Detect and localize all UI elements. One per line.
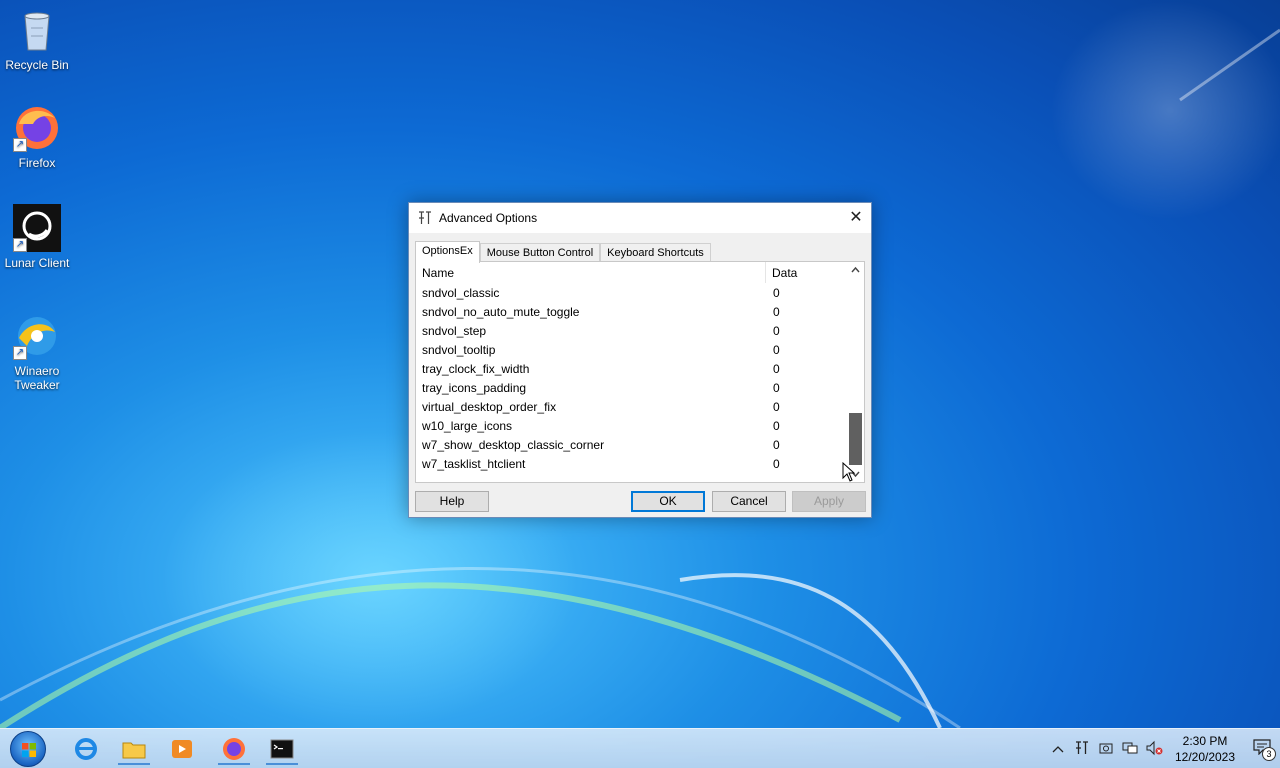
list-item[interactable]: w7_tasklist_htclient 0 — [416, 455, 848, 474]
firefox-icon[interactable] — [218, 733, 250, 765]
list-item[interactable]: sndvol_no_auto_mute_toggle 0 — [416, 303, 848, 322]
item-name: w7_show_desktop_classic_corner — [422, 438, 605, 452]
lunar-client-icon: ↗ — [13, 204, 61, 252]
clock-date: 12/20/2023 — [1174, 750, 1236, 764]
item-name: sndvol_classic — [422, 286, 500, 300]
volume-muted-icon[interactable] — [1142, 740, 1166, 759]
item-name: w10_large_icons — [422, 419, 513, 433]
item-data: 0 — [773, 419, 780, 433]
network-icon[interactable] — [1118, 740, 1142, 759]
item-data: 0 — [773, 400, 780, 414]
cancel-button[interactable]: Cancel — [712, 491, 786, 512]
list-item[interactable]: tray_icons_padding 0 — [416, 379, 848, 398]
action-center-icon[interactable]: 3 — [1244, 738, 1280, 761]
desktop-icon-label: Lunar Client — [4, 256, 70, 270]
list-header: Name Data — [416, 262, 864, 284]
internet-explorer-icon[interactable] — [70, 733, 102, 765]
system-tray: 2:30 PM 12/20/2023 3 — [1046, 729, 1280, 768]
item-name: virtual_desktop_order_fix — [422, 400, 557, 414]
app-icon — [417, 210, 433, 226]
desktop-icon-recycle-bin[interactable]: Recycle Bin — [2, 6, 72, 72]
recycle-bin-icon — [13, 6, 61, 54]
desktop-icon-label-line1: Winaero — [14, 364, 60, 378]
item-data: 0 — [773, 324, 780, 338]
mouse-cursor-icon — [842, 462, 856, 482]
list-item[interactable]: tray_clock_fix_width 0 — [416, 360, 848, 379]
clock-time: 2:30 PM — [1182, 734, 1228, 748]
vertical-scrollbar[interactable] — [847, 262, 864, 482]
item-name: sndvol_step — [422, 324, 487, 338]
item-name: w7_tasklist_htclient — [422, 457, 526, 471]
camera-icon[interactable] — [1094, 740, 1118, 759]
start-button[interactable] — [10, 731, 46, 767]
options-list[interactable]: Name Data sndvol_classic 0 sndvol_no_auto… — [415, 261, 865, 483]
shortcut-arrow-icon: ↗ — [13, 138, 27, 152]
item-data: 0 — [773, 438, 780, 452]
windows-logo-icon — [22, 743, 36, 757]
tab-mouse-button-control[interactable]: Mouse Button Control — [479, 243, 601, 263]
apply-button[interactable]: Apply — [792, 491, 866, 512]
tab-strip: OptionsEx Mouse Button Control Keyboard … — [415, 241, 711, 263]
desktop-icon-label: Firefox — [18, 156, 56, 170]
item-name: tray_clock_fix_width — [422, 362, 530, 376]
desktop-icon-label-line2: Tweaker — [14, 378, 60, 392]
item-name: sndvol_tooltip — [422, 343, 496, 357]
item-data: 0 — [773, 381, 780, 395]
winaero-tweaker-icon: ↗ — [13, 312, 61, 360]
chevron-up-icon[interactable] — [1046, 742, 1070, 757]
media-player-icon[interactable] — [166, 733, 198, 765]
item-name: tray_icons_padding — [422, 381, 527, 395]
command-prompt-icon[interactable] — [266, 733, 298, 765]
desktop-icon-label: Recycle Bin — [5, 58, 69, 72]
list-rows: sndvol_classic 0 sndvol_no_auto_mute_togg… — [416, 284, 848, 474]
file-explorer-icon[interactable] — [118, 733, 150, 765]
list-item[interactable]: w7_show_desktop_classic_corner 0 — [416, 436, 848, 455]
clock[interactable]: 2:30 PM 12/20/2023 — [1166, 733, 1244, 765]
item-data: 0 — [773, 305, 780, 319]
notification-count-badge: 3 — [1262, 746, 1276, 761]
tab-keyboard-shortcuts[interactable]: Keyboard Shortcuts — [600, 243, 711, 263]
list-item[interactable]: sndvol_classic 0 — [416, 284, 848, 303]
item-data: 0 — [773, 457, 780, 471]
column-header-name[interactable]: Name — [416, 262, 766, 283]
list-item[interactable]: w10_large_icons 0 — [416, 417, 848, 436]
list-item[interactable]: sndvol_tooltip 0 — [416, 341, 848, 360]
scroll-up-icon[interactable] — [847, 262, 864, 279]
desktop-icon-firefox[interactable]: ↗ Firefox — [2, 104, 72, 170]
dialog-title: Advanced Options — [439, 211, 538, 225]
item-name: sndvol_no_auto_mute_toggle — [422, 305, 580, 319]
item-data: 0 — [773, 286, 780, 300]
shortcut-arrow-icon: ↗ — [13, 238, 27, 252]
firefox-icon: ↗ — [13, 104, 61, 152]
dialog-titlebar[interactable]: Advanced Options ✕ — [409, 203, 871, 233]
help-button[interactable]: Help — [415, 491, 489, 512]
item-data: 0 — [773, 362, 780, 376]
item-data: 0 — [773, 343, 780, 357]
ok-button[interactable]: OK — [631, 491, 705, 512]
close-icon[interactable]: ✕ — [841, 203, 871, 233]
scroll-thumb[interactable] — [849, 413, 862, 465]
list-item[interactable]: sndvol_step 0 — [416, 322, 848, 341]
desktop-icon-lunar-client[interactable]: ↗ Lunar Client — [2, 204, 72, 270]
advanced-options-dialog: Advanced Options ✕ OptionsEx Mouse Butto… — [408, 202, 872, 518]
tab-optionsex[interactable]: OptionsEx — [415, 241, 480, 263]
shortcut-arrow-icon: ↗ — [13, 346, 27, 360]
explorer-patcher-icon[interactable] — [1070, 740, 1094, 759]
taskbar: 2:30 PM 12/20/2023 3 — [0, 728, 1280, 768]
desktop-icon-winaero-tweaker[interactable]: ↗ Winaero Tweaker — [2, 312, 72, 392]
column-header-data[interactable]: Data — [766, 262, 846, 283]
list-item[interactable]: virtual_desktop_order_fix 0 — [416, 398, 848, 417]
